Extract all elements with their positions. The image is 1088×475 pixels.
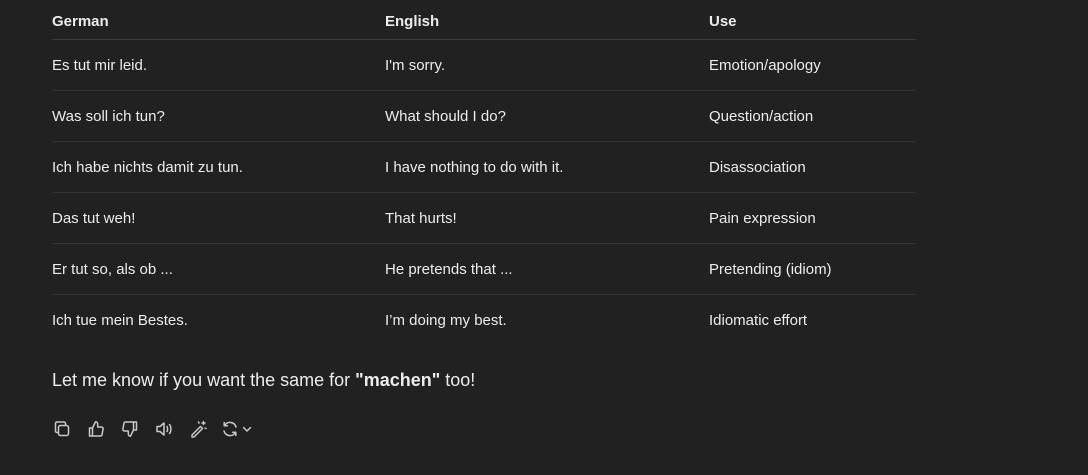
- message-actions: [48, 415, 260, 443]
- copy-icon: [54, 421, 70, 437]
- cell-german: Was soll ich tun?: [52, 107, 165, 125]
- thumbs-down-button[interactable]: [116, 415, 144, 443]
- cell-english: He pretends that ...: [385, 260, 513, 278]
- read-aloud-icon: [156, 422, 172, 436]
- cell-use: Disassociation: [709, 158, 806, 176]
- cell-german: Ich habe nichts damit zu tun.: [52, 158, 243, 176]
- cell-english: I have nothing to do with it.: [385, 158, 564, 176]
- closing-suffix: too!: [440, 370, 476, 390]
- cell-use: Emotion/apology: [709, 56, 821, 74]
- table-row: Ich tue mein Bestes. I’m doing my best. …: [52, 295, 916, 345]
- thumbs-down-icon: [122, 421, 138, 437]
- regenerate-icon: [222, 421, 237, 437]
- cell-german: Er tut so, als ob ...: [52, 260, 173, 278]
- thumbs-up-button[interactable]: [82, 415, 110, 443]
- chevron-down-icon: [242, 426, 251, 432]
- cell-use: Idiomatic effort: [709, 311, 808, 329]
- cell-english: That hurts!: [385, 209, 457, 227]
- table-row: Er tut so, als ob ... He pretends that .…: [52, 244, 916, 295]
- cell-english: I’m doing my best.: [385, 311, 507, 329]
- closing-message: Let me know if you want the same for "ma…: [52, 370, 475, 391]
- header-english: English: [385, 12, 440, 30]
- closing-bold-word: "machen": [355, 370, 441, 390]
- header-german: German: [52, 12, 109, 30]
- cell-use: Pain expression: [709, 209, 816, 227]
- cell-german: Das tut weh!: [52, 209, 136, 227]
- cell-english: I'm sorry.: [385, 56, 446, 74]
- edit-button[interactable]: [184, 415, 212, 443]
- table-row: Es tut mir leid. I'm sorry. Emotion/apol…: [52, 40, 916, 91]
- thumbs-up-icon: [88, 421, 104, 437]
- cell-use: Pretending (idiom): [709, 260, 832, 278]
- regenerate-button[interactable]: [218, 415, 254, 443]
- copy-button[interactable]: [48, 415, 76, 443]
- cell-german: Ich tue mein Bestes.: [52, 311, 188, 329]
- cell-use: Question/action: [709, 107, 814, 125]
- table-row: Ich habe nichts damit zu tun. I have not…: [52, 142, 916, 193]
- table-row: Das tut weh! That hurts! Pain expression: [52, 193, 916, 244]
- cell-english: What should I do?: [385, 107, 506, 125]
- read-aloud-button[interactable]: [150, 415, 178, 443]
- closing-prefix: Let me know if you want the same for: [52, 370, 356, 390]
- table-header-row: German English Use: [52, 0, 916, 40]
- table-row: Was soll ich tun? What should I do? Ques…: [52, 91, 916, 142]
- edit-magic-icon: [191, 420, 207, 438]
- phrase-table: German English Use Es tut mir leid. I'm …: [52, 0, 916, 345]
- cell-german: Es tut mir leid.: [52, 56, 148, 74]
- header-use: Use: [709, 12, 737, 30]
